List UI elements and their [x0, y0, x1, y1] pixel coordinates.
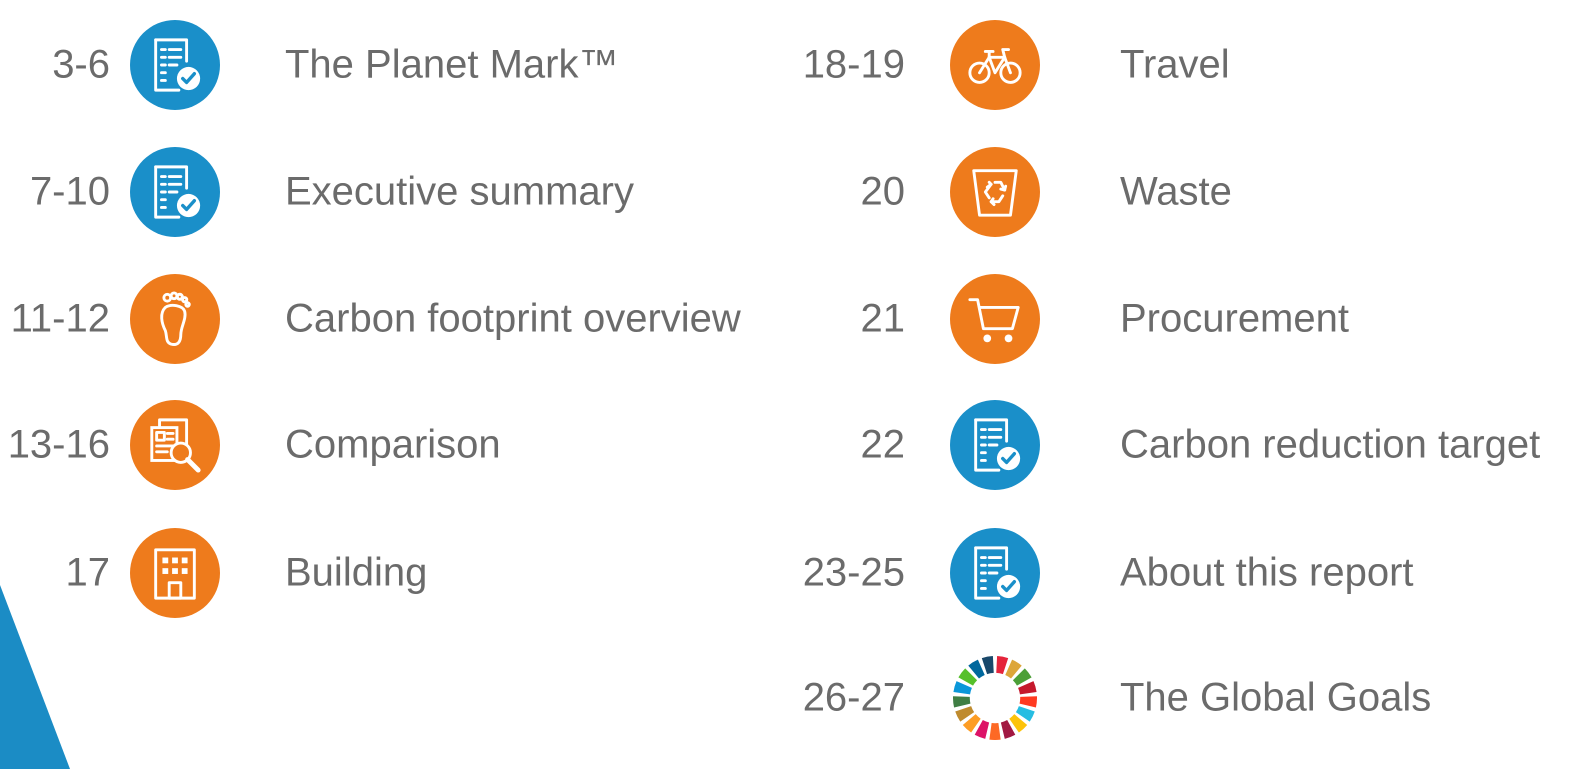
toc-entry-planet-mark[interactable]: 3-6 The Planet Mark™ — [0, 10, 790, 120]
toc-entry-procurement[interactable]: 21 Procurement — [790, 264, 1585, 374]
toc-entry-carbon-footprint-overview[interactable]: 11-12 Carbon footprint overview — [0, 264, 790, 374]
page-range: 18-19 — [802, 42, 905, 87]
toc-entry-about-this-report[interactable]: 23-25 About this report — [790, 518, 1585, 628]
toc-entry-executive-summary[interactable]: 7-10 Executive summary — [0, 137, 790, 247]
toc-title: About this report — [1120, 550, 1414, 595]
toc-entry-global-goals[interactable]: 26-27 The Global Goals — [790, 643, 1585, 753]
building-icon — [130, 528, 220, 618]
toc-entry-waste[interactable]: 20 Waste — [790, 137, 1585, 247]
toc-title: The Global Goals — [1120, 675, 1432, 720]
toc-entry-travel[interactable]: 18-19 Travel — [790, 10, 1585, 120]
page-range: 23-25 — [802, 550, 905, 595]
report-check-icon — [950, 400, 1040, 490]
page-range: 22 — [860, 422, 906, 467]
page-range: 11-12 — [10, 296, 110, 341]
sdg-wheel-icon — [950, 653, 1040, 743]
toc-entry-carbon-reduction-target[interactable]: 22 Carbon reduction target — [790, 390, 1585, 500]
recycle-bin-icon — [950, 147, 1040, 237]
toc-title: Procurement — [1120, 296, 1349, 341]
page-range: 3-6 — [52, 42, 110, 87]
toc-title: Travel — [1120, 42, 1230, 87]
report-check-icon — [130, 147, 220, 237]
toc-title: The Planet Mark™ — [285, 42, 619, 87]
toc-title: Waste — [1120, 169, 1232, 214]
document-search-icon — [130, 400, 220, 490]
page-range: 21 — [860, 296, 906, 341]
toc-title: Carbon reduction target — [1120, 422, 1541, 467]
toc-title: Comparison — [285, 422, 501, 467]
toc-title: Executive summary — [285, 169, 634, 214]
bicycle-icon — [950, 20, 1040, 110]
page-range: 26-27 — [802, 675, 905, 720]
toc-title: Carbon footprint overview — [285, 296, 741, 341]
toc-title: Building — [285, 550, 428, 595]
toc-entry-comparison[interactable]: 13-16 Comparison — [0, 390, 790, 500]
page-range: 7-10 — [29, 169, 110, 214]
page-range: 17 — [65, 550, 111, 595]
report-check-icon — [950, 528, 1040, 618]
shopping-cart-icon — [950, 274, 1040, 364]
toc-entry-building[interactable]: 17 Building — [0, 518, 790, 628]
page-range: 13-16 — [7, 422, 110, 467]
footprint-icon — [130, 274, 220, 364]
report-check-icon — [130, 20, 220, 110]
page-range: 20 — [860, 169, 906, 214]
